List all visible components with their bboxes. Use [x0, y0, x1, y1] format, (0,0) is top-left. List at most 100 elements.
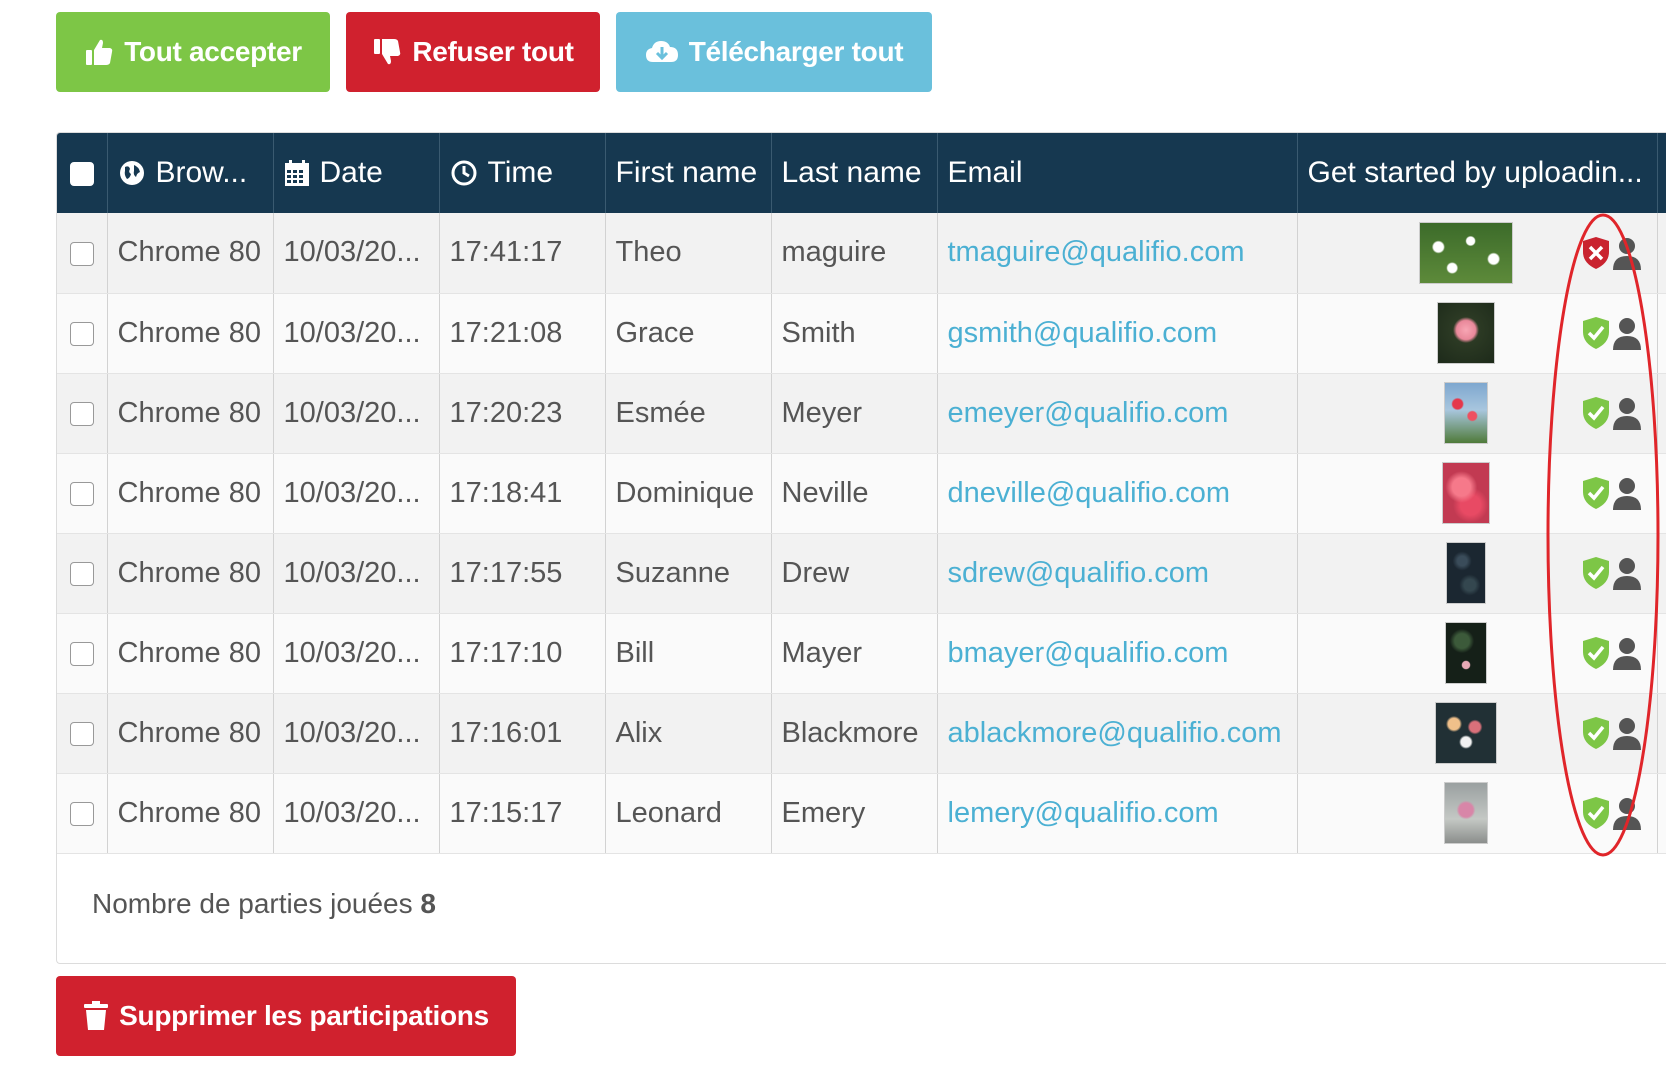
- email-link[interactable]: ablackmore@qualifio.com: [937, 693, 1298, 774]
- last-name-cell: Blackmore: [771, 693, 938, 774]
- last-name-cell: maguire: [771, 213, 938, 294]
- email-link[interactable]: sdrew@qualifio.com: [937, 533, 1298, 614]
- column-first-name[interactable]: First name: [605, 133, 772, 213]
- shield-check-icon[interactable]: [1581, 636, 1611, 670]
- user-icon[interactable]: [1611, 396, 1643, 430]
- status-icons: [1581, 716, 1643, 750]
- shield-check-icon[interactable]: [1581, 316, 1611, 350]
- status-icons: [1581, 556, 1643, 590]
- row-select-cell: [57, 293, 108, 374]
- email-link[interactable]: emeyer@qualifio.com: [937, 373, 1298, 454]
- user-icon[interactable]: [1611, 236, 1643, 270]
- table-row[interactable]: Chrome 80 10/03/20... 17:17:55 Suzanne D…: [57, 533, 1666, 614]
- email-link[interactable]: tmaguire@qualifio.com: [937, 213, 1298, 294]
- browser-cell: Chrome 80: [107, 453, 274, 534]
- table-row[interactable]: Chrome 80 10/03/20... 17:20:23 Esmée Mey…: [57, 373, 1666, 454]
- shield-check-icon[interactable]: [1581, 396, 1611, 430]
- shield-check-icon[interactable]: [1581, 556, 1611, 590]
- shield-check-icon[interactable]: [1581, 796, 1611, 830]
- row-checkbox[interactable]: [69, 481, 94, 506]
- table-row[interactable]: Chrome 80 10/03/20... 17:16:01 Alix Blac…: [57, 693, 1666, 774]
- date-cell: 10/03/20...: [273, 213, 440, 294]
- upload-cell: [1297, 533, 1658, 614]
- browser-cell: Chrome 80: [107, 693, 274, 774]
- table-row[interactable]: Chrome 80 10/03/20... 17:18:41 Dominique…: [57, 453, 1666, 534]
- row-checkbox[interactable]: [69, 721, 94, 746]
- date-cell: 10/03/20...: [273, 773, 440, 854]
- row-select-cell: [57, 533, 108, 614]
- played-count-value: 8: [420, 888, 436, 919]
- select-all-header: [57, 133, 108, 213]
- download-all-button[interactable]: Télécharger tout: [616, 12, 932, 92]
- uploaded-photo-thumbnail[interactable]: [1443, 782, 1488, 844]
- last-name-cell: Neville: [771, 453, 938, 534]
- extra-cell: [1657, 453, 1666, 534]
- browser-cell: Chrome 80: [107, 773, 274, 854]
- row-checkbox[interactable]: [69, 641, 94, 666]
- shield-x-icon[interactable]: [1581, 236, 1611, 270]
- row-checkbox[interactable]: [69, 561, 94, 586]
- email-link[interactable]: lemery@qualifio.com: [937, 773, 1298, 854]
- column-extra: [1657, 133, 1666, 213]
- time-cell: 17:17:10: [439, 613, 606, 694]
- first-name-cell: Dominique: [605, 453, 772, 534]
- refuse-all-button[interactable]: Refuser tout: [346, 12, 600, 92]
- uploaded-photo-thumbnail[interactable]: [1418, 221, 1513, 284]
- shield-check-icon[interactable]: [1581, 716, 1611, 750]
- table-row[interactable]: Chrome 80 10/03/20... 17:17:10 Bill Maye…: [57, 613, 1666, 694]
- thumbs-down-icon: [374, 39, 401, 65]
- download-all-label: Télécharger tout: [688, 36, 904, 67]
- uploaded-photo-thumbnail[interactable]: [1441, 462, 1490, 524]
- date-cell: 10/03/20...: [273, 533, 440, 614]
- column-upload[interactable]: Get started by uploadin...: [1297, 133, 1658, 213]
- first-name-cell: Bill: [605, 613, 772, 694]
- row-checkbox[interactable]: [69, 321, 94, 346]
- uploaded-photo-thumbnail[interactable]: [1436, 302, 1495, 364]
- row-select-cell: [57, 613, 108, 694]
- user-icon[interactable]: [1611, 716, 1643, 750]
- participations-panel: Brow... Date Time First name Last name E…: [56, 132, 1666, 964]
- first-name-cell: Suzanne: [605, 533, 772, 614]
- date-cell: 10/03/20...: [273, 613, 440, 694]
- browser-cell: Chrome 80: [107, 533, 274, 614]
- user-icon[interactable]: [1611, 636, 1643, 670]
- table-row[interactable]: Chrome 80 10/03/20... 17:21:08 Grace Smi…: [57, 293, 1666, 374]
- user-icon[interactable]: [1611, 316, 1643, 350]
- email-link[interactable]: dneville@qualifio.com: [937, 453, 1298, 534]
- select-all-checkbox[interactable]: [69, 162, 94, 187]
- delete-participations-button[interactable]: Supprimer les participations: [56, 976, 516, 1056]
- column-browser-label: Brow...: [155, 156, 248, 189]
- email-link[interactable]: bmayer@qualifio.com: [937, 613, 1298, 694]
- column-time[interactable]: Time: [439, 133, 606, 213]
- column-date-label: Date: [319, 156, 383, 189]
- clock-icon: [451, 160, 476, 186]
- column-browser[interactable]: Brow...: [107, 133, 274, 213]
- accept-all-button[interactable]: Tout accepter: [56, 12, 330, 92]
- user-icon[interactable]: [1611, 476, 1643, 510]
- time-cell: 17:21:08: [439, 293, 606, 374]
- uploaded-photo-thumbnail[interactable]: [1444, 622, 1487, 684]
- upload-cell: [1297, 213, 1658, 294]
- user-icon[interactable]: [1611, 556, 1643, 590]
- row-checkbox[interactable]: [69, 241, 94, 266]
- table-row[interactable]: Chrome 80 10/03/20... 17:41:17 Theo magu…: [57, 213, 1666, 294]
- uploaded-photo-thumbnail[interactable]: [1434, 702, 1497, 764]
- shield-check-icon[interactable]: [1581, 476, 1611, 510]
- last-name-cell: Drew: [771, 533, 938, 614]
- first-name-cell: Theo: [605, 213, 772, 294]
- table-row[interactable]: Chrome 80 10/03/20... 17:15:17 Leonard E…: [57, 773, 1666, 854]
- email-link[interactable]: gsmith@qualifio.com: [937, 293, 1298, 374]
- row-checkbox[interactable]: [69, 801, 94, 826]
- user-icon[interactable]: [1611, 796, 1643, 830]
- column-last-name[interactable]: Last name: [771, 133, 938, 213]
- row-checkbox[interactable]: [69, 401, 94, 426]
- time-cell: 17:15:17: [439, 773, 606, 854]
- time-cell: 17:16:01: [439, 693, 606, 774]
- column-date[interactable]: Date: [273, 133, 440, 213]
- uploaded-photo-thumbnail[interactable]: [1443, 382, 1488, 444]
- column-email[interactable]: Email: [937, 133, 1298, 213]
- upload-cell: [1297, 373, 1658, 454]
- uploaded-photo-thumbnail[interactable]: [1445, 542, 1486, 604]
- column-first-name-label: First name: [615, 156, 758, 189]
- column-upload-label: Get started by uploadin...: [1307, 156, 1643, 189]
